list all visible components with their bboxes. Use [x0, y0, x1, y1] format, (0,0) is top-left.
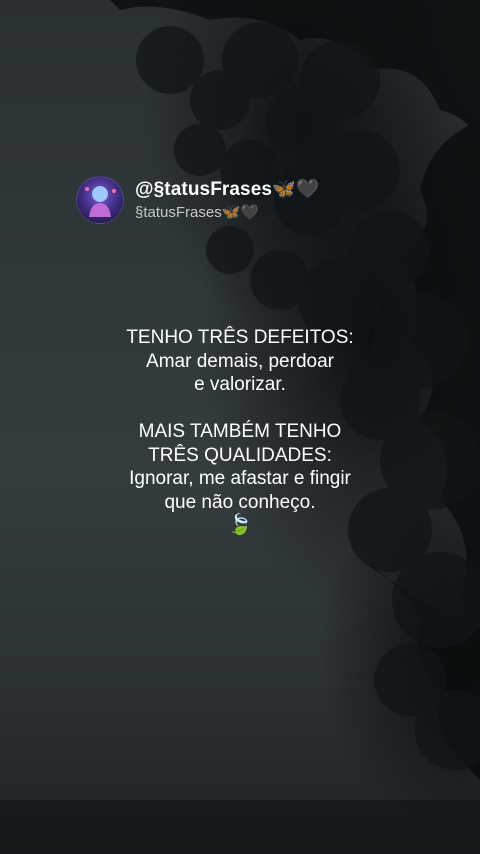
quote-line: TENHO TRÊS DEFEITOS: [126, 327, 354, 348]
avatar-icon [85, 186, 116, 217]
quote-spacer [0, 397, 480, 421]
quote-line: TRÊS QUALIDADES: [148, 444, 332, 466]
author-names: @§tatusFrases🦋🖤 §tatusFrases🦋🖤 [135, 178, 320, 222]
avatar[interactable] [76, 176, 124, 224]
quote-line: MAIS TAMBÉM TENHO [138, 421, 342, 442]
author-handle[interactable]: @§tatusFrases🦋🖤 [135, 178, 320, 201]
author-display-name: §tatusFrases🦋🖤 [135, 204, 260, 221]
quote-text: TENHO TRÊS DEFEITOS: Amar demais, perdoa… [0, 326, 480, 538]
quote-line: e valorizar. [194, 374, 286, 395]
quote-line: Amar demais, perdoar [146, 350, 334, 372]
post-header: @§tatusFrases🦋🖤 §tatusFrases🦋🖤 [76, 176, 320, 224]
quote-line: que não conheço. [164, 491, 316, 513]
quote-line: Ignorar, me afastar e fingir [129, 468, 351, 489]
leaf-icon: 🍃 [227, 514, 253, 536]
